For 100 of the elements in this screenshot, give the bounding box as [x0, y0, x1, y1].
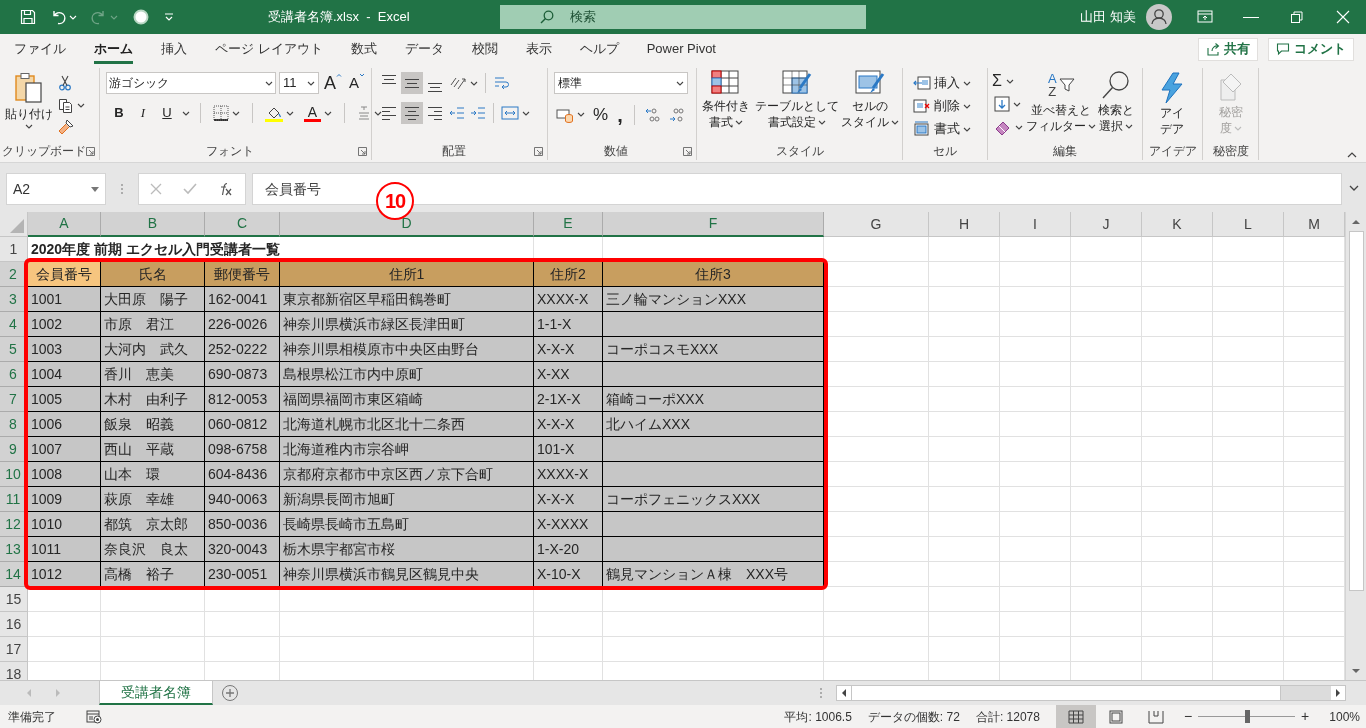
column-header[interactable]: D	[280, 212, 534, 237]
menu-tab[interactable]: 校閲	[471, 34, 498, 64]
cell-styles-button[interactable]: セルの スタイル	[840, 70, 900, 142]
column-header[interactable]: C	[205, 212, 280, 237]
search-field[interactable]: 検索	[500, 5, 866, 29]
caret-icon[interactable]	[182, 110, 190, 116]
caret-icon[interactable]	[25, 124, 33, 129]
scroll-down-icon[interactable]	[1351, 666, 1361, 676]
menu-tab[interactable]: ヘルプ	[579, 34, 619, 64]
column-header[interactable]: B	[101, 212, 205, 237]
menu-tab[interactable]: 挿入	[161, 34, 187, 64]
paste-button[interactable]: 貼り付け	[6, 72, 52, 142]
caret-icon[interactable]	[77, 102, 85, 108]
vertical-scrollbar[interactable]	[1345, 212, 1366, 680]
caret-icon[interactable]	[963, 103, 971, 109]
column-header[interactable]: A	[28, 212, 101, 237]
name-box[interactable]: A2	[6, 173, 106, 205]
share-button[interactable]: 共有	[1198, 37, 1258, 61]
dialog-launcher-icon[interactable]	[358, 147, 367, 156]
normal-view-button[interactable]	[1055, 705, 1096, 728]
customize-icon[interactable]	[164, 13, 174, 21]
caret-icon[interactable]	[307, 80, 315, 86]
grow-font-button[interactable]: A	[322, 73, 344, 93]
menu-tab[interactable]: ファイル	[14, 34, 66, 64]
column-header[interactable]: E	[534, 212, 603, 237]
caret-icon[interactable]	[817, 119, 826, 125]
middle-align-button[interactable]	[401, 72, 423, 94]
row-header[interactable]: 17	[0, 637, 28, 662]
caret-icon[interactable]	[891, 119, 900, 125]
caret-icon[interactable]	[522, 110, 530, 116]
zoom-out-button[interactable]: −	[1183, 706, 1193, 727]
sheet-tab[interactable]: 受講者名簿	[99, 681, 213, 705]
number-format-dropdown[interactable]: 標準	[554, 72, 688, 94]
autosave-icon[interactable]	[132, 8, 150, 26]
scroll-right-icon[interactable]	[1331, 686, 1345, 700]
delete-button[interactable]: 削除	[913, 95, 971, 117]
menu-tab[interactable]: ページ レイアウト	[215, 34, 323, 64]
style-button[interactable]: U	[158, 103, 176, 123]
column-header[interactable]: I	[1000, 212, 1071, 237]
column-header[interactable]: F	[603, 212, 824, 237]
font-name-dropdown[interactable]: 游ゴシック	[106, 72, 276, 94]
macro-record-icon[interactable]	[86, 709, 102, 724]
font-color-button[interactable]: A	[302, 102, 334, 124]
column-header[interactable]: G	[824, 212, 929, 237]
style-button[interactable]: B	[110, 103, 128, 123]
caret-icon[interactable]	[963, 80, 971, 86]
caret-icon[interactable]	[324, 110, 332, 116]
row-header[interactable]: 16	[0, 612, 28, 637]
column-header[interactable]: H	[929, 212, 1000, 237]
horizontal-scrollbar[interactable]	[836, 685, 1346, 701]
enter-check-icon[interactable]	[183, 183, 197, 195]
caret-icon[interactable]	[734, 119, 743, 125]
caret-icon[interactable]	[265, 80, 273, 86]
caret-icon[interactable]	[676, 80, 684, 86]
caret-icon[interactable]	[374, 110, 382, 116]
scroll-up-icon[interactable]	[1351, 217, 1361, 227]
row-header[interactable]: 15	[0, 587, 28, 612]
scroll-thumb[interactable]	[851, 686, 1281, 700]
borders-button[interactable]	[211, 102, 242, 124]
dialog-launcher-icon[interactable]	[683, 147, 692, 156]
conditional-format-button[interactable]: 条件付き 書式	[699, 70, 753, 142]
font-size-dropdown[interactable]: 11	[279, 72, 319, 94]
row-header[interactable]: 18	[0, 662, 28, 680]
format-button[interactable]: 書式	[913, 118, 971, 140]
avatar-icon[interactable]	[1146, 4, 1172, 30]
insert-button[interactable]: 挿入	[913, 72, 971, 94]
slider-thumb[interactable]	[1244, 710, 1250, 723]
scroll-left-icon[interactable]	[837, 686, 851, 700]
find-select-button[interactable]: 検索と 選択	[1093, 70, 1138, 142]
caret-icon[interactable]	[470, 80, 478, 86]
caret-icon[interactable]	[1015, 124, 1023, 130]
comment-button[interactable]: コメント	[1268, 37, 1354, 61]
format-as-table-button[interactable]: テーブルとして 書式設定	[754, 70, 839, 142]
undo-button[interactable]	[50, 9, 77, 25]
caret-icon[interactable]	[1013, 101, 1021, 107]
collapse-ribbon-icon[interactable]	[1347, 152, 1357, 158]
ideas-button[interactable]: アイ デア	[1149, 72, 1195, 142]
column-header[interactable]: K	[1142, 212, 1213, 237]
comma-style-button[interactable]: ,	[614, 106, 626, 123]
dialog-launcher-icon[interactable]	[86, 147, 95, 156]
caret-icon[interactable]	[963, 126, 971, 132]
scroll-thumb[interactable]	[1348, 231, 1364, 591]
add-sheet-icon[interactable]	[221, 684, 239, 702]
caret-icon[interactable]	[232, 110, 240, 116]
caret-icon[interactable]	[1005, 78, 1014, 84]
center-align-button[interactable]	[401, 102, 423, 124]
column-header[interactable]: J	[1071, 212, 1142, 237]
row-header[interactable]: 1	[0, 237, 28, 262]
caret-icon[interactable]	[1124, 123, 1133, 129]
autosum-button[interactable]: Σ	[992, 70, 1030, 92]
column-header[interactable]: L	[1213, 212, 1284, 237]
menu-tab[interactable]: 表示	[525, 34, 552, 64]
menu-tab[interactable]: 数式	[350, 34, 377, 64]
percent-button[interactable]: %	[591, 102, 611, 128]
zoom-in-button[interactable]: +	[1301, 706, 1310, 727]
menu-tab[interactable]: ホーム	[94, 34, 133, 64]
caret-icon[interactable]	[1088, 123, 1097, 129]
shrink-font-button[interactable]: A	[347, 73, 368, 93]
caret-icon[interactable]	[286, 110, 294, 116]
menu-tab[interactable]: データ	[404, 34, 444, 64]
